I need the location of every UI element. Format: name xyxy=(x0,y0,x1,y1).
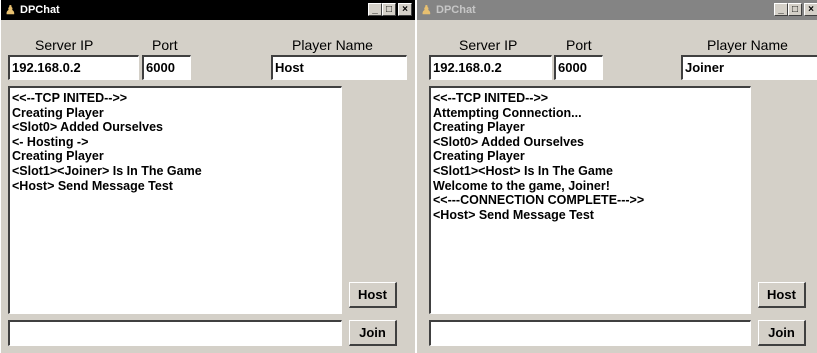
port-label: Port xyxy=(152,37,178,53)
log-line: <Slot0> Added Ourselves xyxy=(12,120,163,135)
app-icon: ♟ xyxy=(5,3,16,17)
log-line: Creating Player xyxy=(433,120,525,135)
server-ip-label: Server IP xyxy=(459,37,518,53)
player-name-label: Player Name xyxy=(292,37,373,53)
minimize-icon[interactable]: _ xyxy=(368,3,382,16)
chat-log[interactable]: <<--TCP INITED-->> Attempting Connection… xyxy=(429,86,751,314)
close-icon[interactable]: × xyxy=(398,3,412,16)
chat-window-joiner: ♟ DPChat _ □ × Server IP Port Player Nam… xyxy=(416,0,817,353)
message-input[interactable] xyxy=(8,320,342,346)
title-bar[interactable]: ♟ DPChat _ □ × xyxy=(417,0,817,20)
log-line: Attempting Connection... xyxy=(433,105,582,120)
log-line: <Host> Send Message Test xyxy=(433,207,594,222)
log-line: <Host> Send Message Test xyxy=(12,178,173,193)
window-title: DPChat xyxy=(436,4,476,16)
window-title: DPChat xyxy=(20,4,60,16)
log-line: Creating Player xyxy=(433,149,525,164)
log-line: <<--TCP INITED-->> xyxy=(433,91,549,105)
log-line: Creating Player xyxy=(12,149,104,164)
maximize-icon[interactable]: □ xyxy=(788,3,802,16)
log-line: <- Hosting -> xyxy=(12,134,89,149)
log-line: <Slot0> Added Ourselves xyxy=(433,134,584,149)
port-label: Port xyxy=(566,37,592,53)
chat-window-host: ♟ DPChat _ □ × Server IP Port Player Nam… xyxy=(0,0,415,353)
server-ip-field[interactable]: 192.168.0.2 xyxy=(8,55,139,80)
join-button[interactable]: Join xyxy=(349,320,397,346)
message-input[interactable] xyxy=(429,320,751,346)
title-bar[interactable]: ♟ DPChat _ □ × xyxy=(1,0,415,20)
log-line: <<--TCP INITED-->> xyxy=(12,91,128,105)
log-line: <Slot1><Joiner> Is In The Game xyxy=(12,163,202,178)
maximize-icon[interactable]: □ xyxy=(382,3,396,16)
server-ip-field[interactable]: 192.168.0.2 xyxy=(429,55,552,80)
server-ip-label: Server IP xyxy=(35,37,94,53)
player-name-label: Player Name xyxy=(707,37,788,53)
app-icon: ♟ xyxy=(421,3,432,17)
port-field[interactable]: 6000 xyxy=(554,55,603,80)
log-line: Creating Player xyxy=(12,105,104,120)
player-name-field[interactable]: Host xyxy=(271,55,407,80)
player-name-field[interactable]: Joiner xyxy=(681,55,817,80)
close-icon[interactable]: × xyxy=(804,3,817,16)
minimize-icon[interactable]: _ xyxy=(774,3,788,16)
log-line: <<---CONNECTION COMPLETE--->> xyxy=(433,193,645,208)
join-button[interactable]: Join xyxy=(758,320,806,346)
port-field[interactable]: 6000 xyxy=(142,55,191,80)
chat-log[interactable]: <<--TCP INITED-->> Creating Player <Slot… xyxy=(8,86,342,314)
log-line: <Slot1><Host> Is In The Game xyxy=(433,163,613,178)
host-button[interactable]: Host xyxy=(349,282,397,308)
log-line: Welcome to the game, Joiner! xyxy=(433,178,610,193)
host-button[interactable]: Host xyxy=(758,282,806,308)
